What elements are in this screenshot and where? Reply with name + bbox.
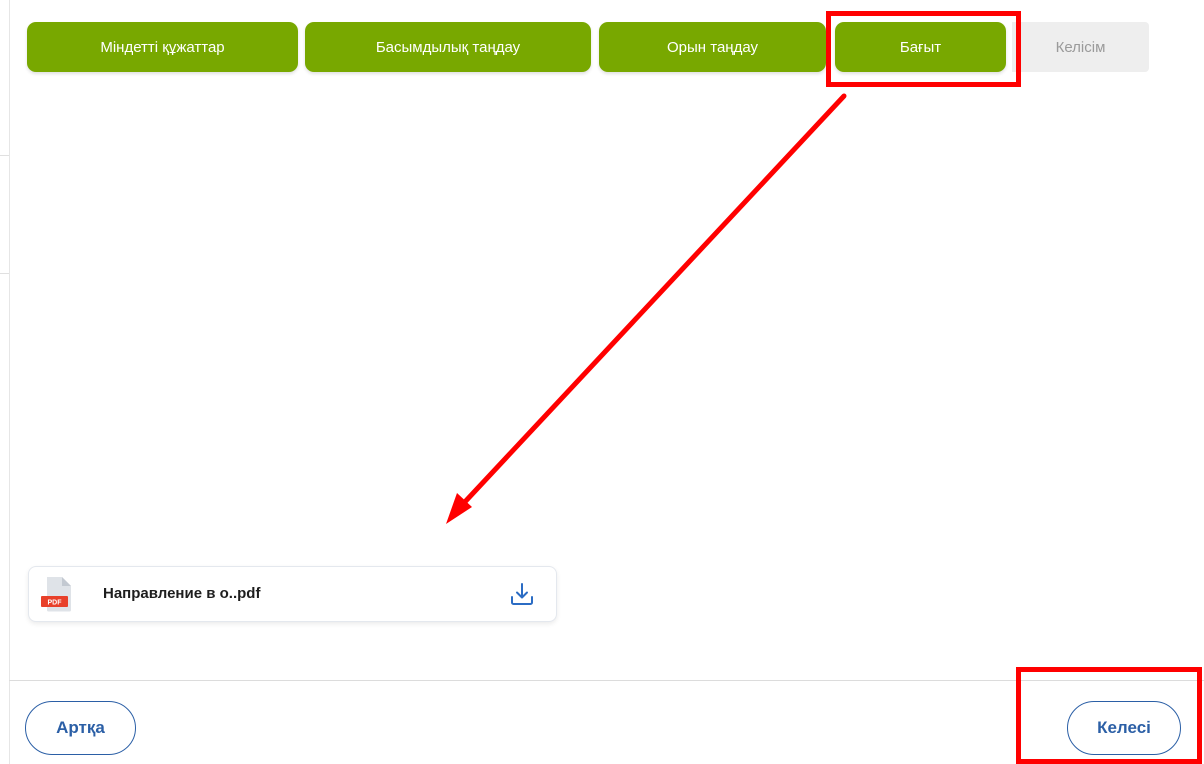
- tab-priority-selection[interactable]: Басымдылық таңдау: [305, 22, 591, 72]
- next-button[interactable]: Келесі: [1067, 701, 1181, 755]
- footer-divider: [9, 680, 1204, 681]
- pdf-file-icon: PDF: [41, 577, 71, 612]
- page: Міндетті құжаттар Басымдылық таңдау Орын…: [0, 0, 1204, 764]
- tab-direction[interactable]: Бағыт: [835, 22, 1006, 72]
- file-attachment[interactable]: PDF Направление в о..pdf: [28, 566, 557, 622]
- left-tick-mark: [0, 155, 9, 156]
- annotation-arrow: [446, 93, 847, 524]
- tab-place-selection[interactable]: Орын таңдау: [599, 22, 826, 72]
- tab-required-documents[interactable]: Міндетті құжаттар: [27, 22, 298, 72]
- back-button[interactable]: Артқа: [25, 701, 136, 755]
- left-border: [9, 0, 10, 764]
- step-tabs: Міндетті құжаттар Басымдылық таңдау Орын…: [27, 22, 1149, 72]
- download-icon[interactable]: [509, 581, 535, 607]
- left-tick-mark: [0, 273, 9, 274]
- pdf-badge-text: PDF: [48, 600, 63, 607]
- tab-agreement[interactable]: Келісім: [1012, 22, 1149, 72]
- file-name[interactable]: Направление в о..pdf: [103, 585, 260, 602]
